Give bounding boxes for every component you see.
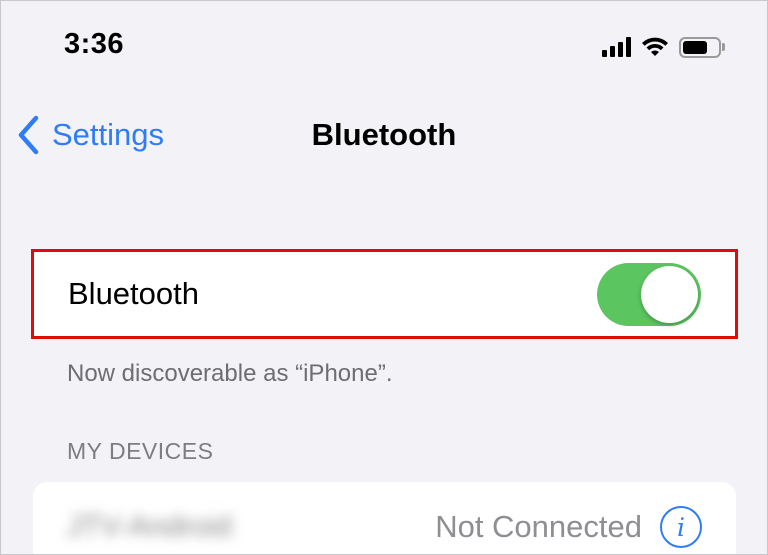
- page-title-text: Bluetooth: [311, 117, 457, 152]
- battery-icon: [679, 36, 725, 58]
- my-devices-header: MY DEVICES: [67, 438, 214, 464]
- discoverable-note: Now discoverable as “iPhone”.: [67, 360, 393, 387]
- status-bar: 3:36: [0, 0, 768, 95]
- info-icon[interactable]: i: [660, 506, 702, 548]
- wifi-icon: [642, 37, 668, 56]
- bluetooth-label: Bluetooth: [68, 276, 199, 311]
- page-title: Bluetooth: [0, 112, 768, 158]
- bluetooth-toggle-row: Bluetooth: [31, 249, 738, 339]
- device-status: Not Connected: [435, 509, 642, 544]
- device-row[interactable]: JTV-Android Not Connected i: [33, 482, 736, 555]
- device-name: JTV-Android: [67, 510, 233, 543]
- toggle-knob[interactable]: [641, 265, 698, 323]
- cellular-signal-icon: [602, 37, 631, 57]
- status-icons: [602, 34, 725, 60]
- battery-fill: [683, 40, 707, 54]
- status-time: 3:36: [64, 28, 125, 60]
- device-right: Not Connected i: [435, 506, 702, 548]
- bluetooth-toggle[interactable]: [597, 262, 701, 326]
- my-devices-list: JTV-Android Not Connected i: [33, 482, 736, 555]
